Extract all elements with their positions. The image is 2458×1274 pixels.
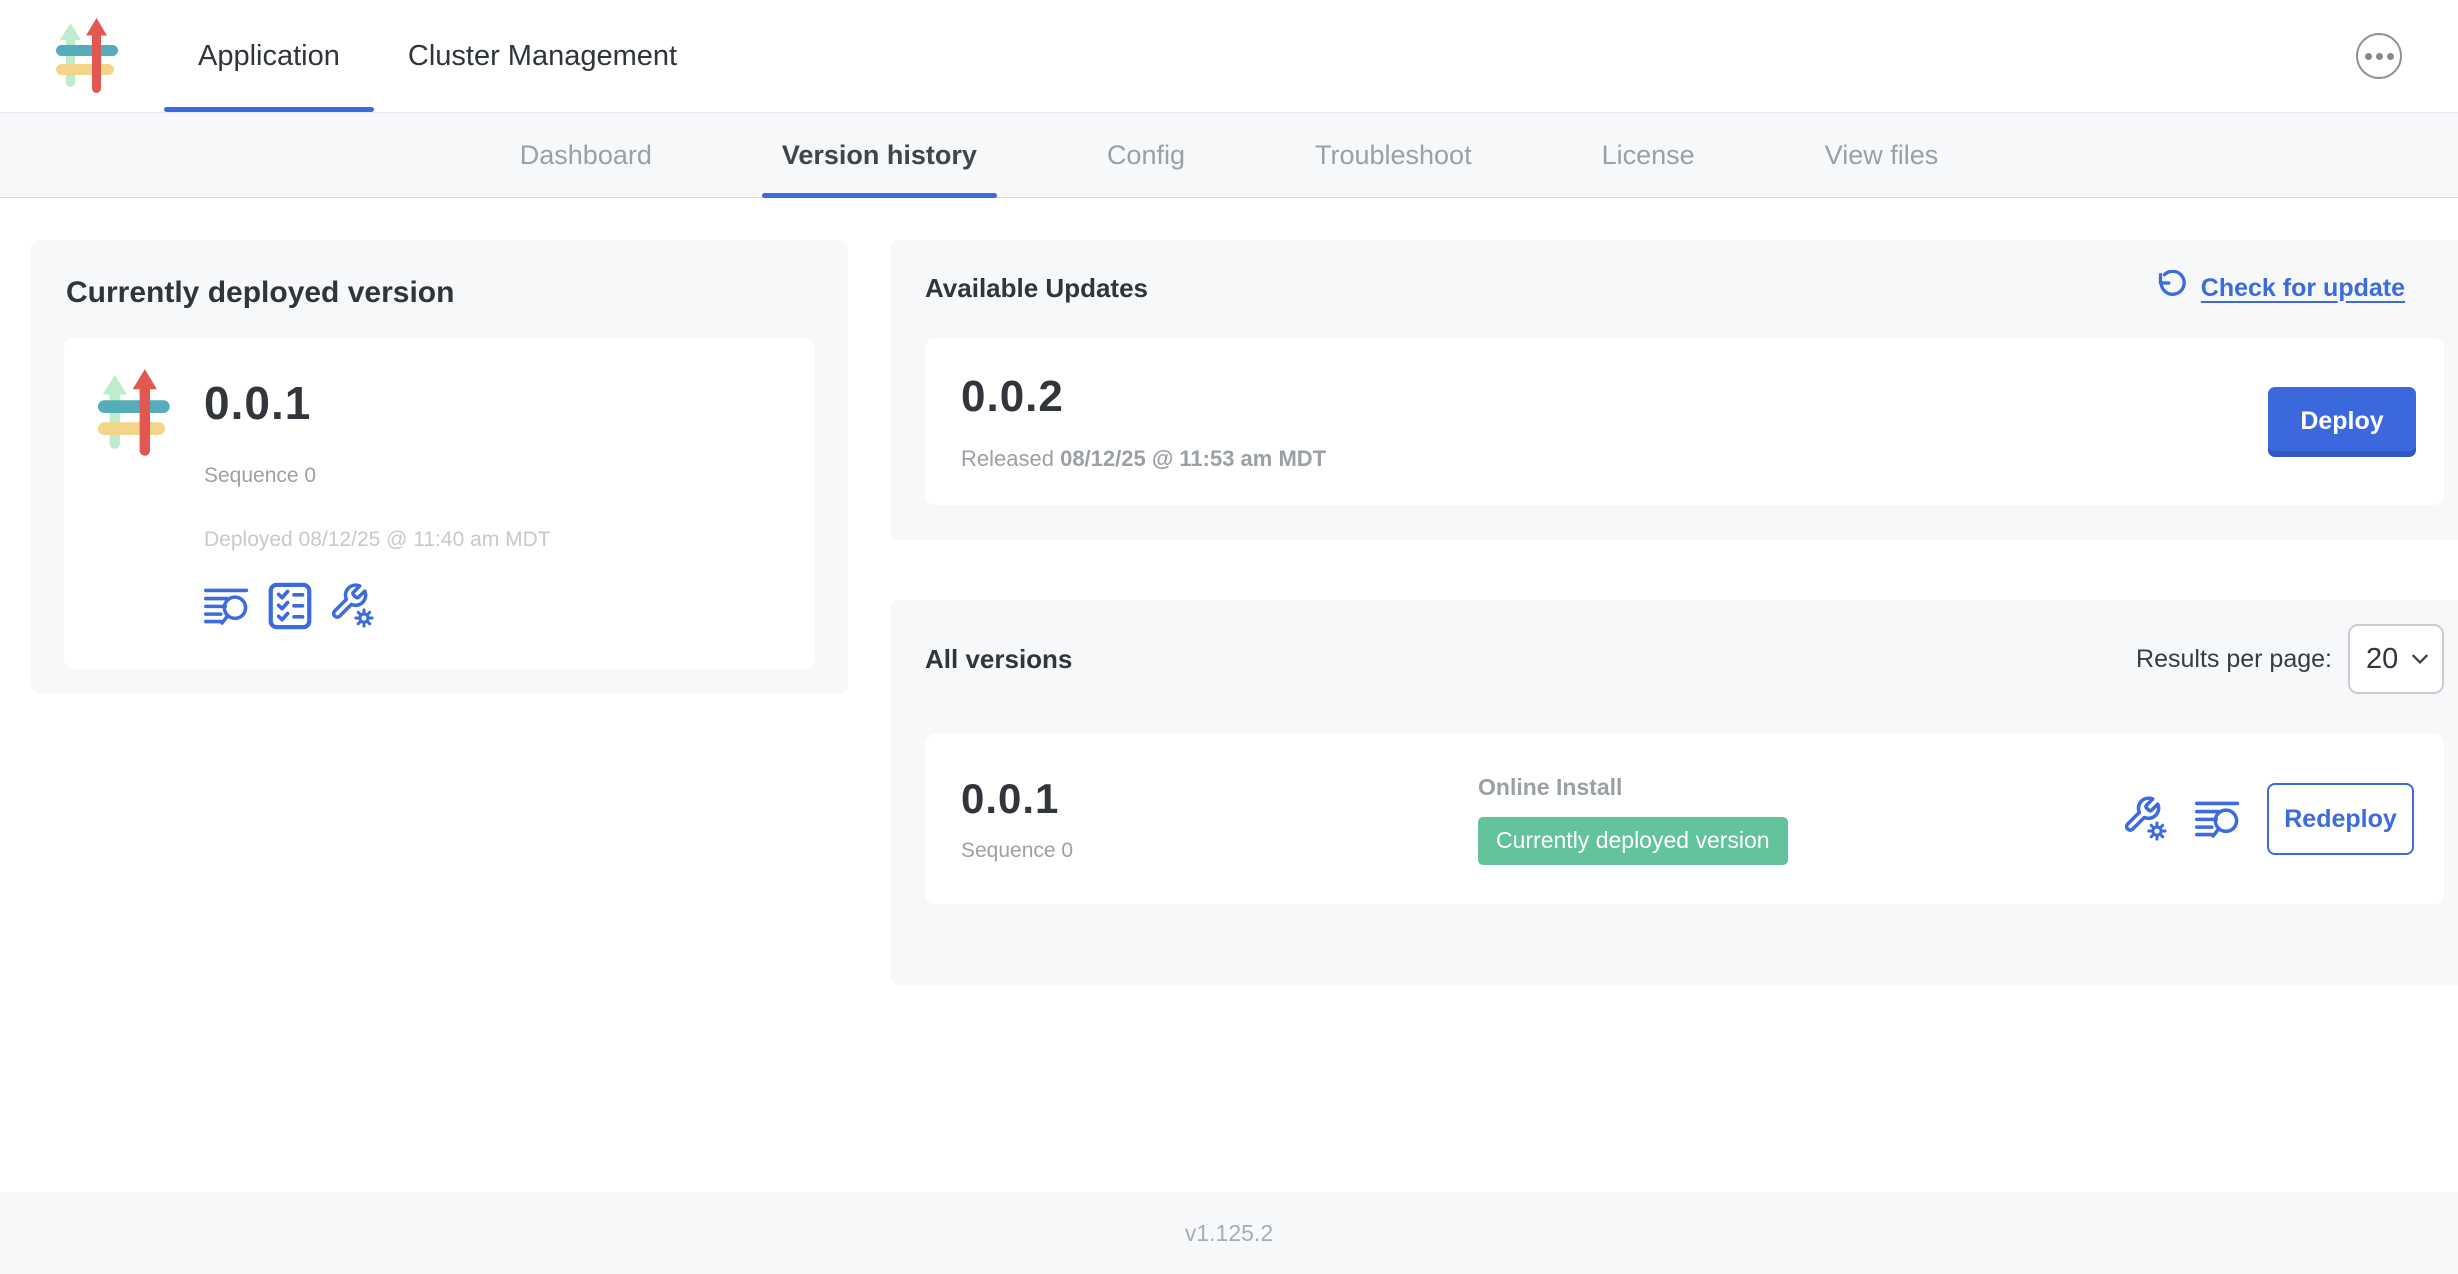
currently-deployed-badge: Currently deployed version	[1478, 817, 1788, 865]
tab-cluster-management-label: Cluster Management	[408, 40, 677, 73]
deployed-version-number: 0.0.1	[204, 376, 551, 430]
version-row: 0.0.1 Sequence 0 Online Install Currentl…	[925, 734, 2444, 904]
deployed-version-actions	[204, 582, 551, 630]
top-tabs: Application Cluster Management	[164, 0, 711, 112]
tab-application-label: Application	[198, 40, 340, 73]
subnav-item-config[interactable]: Config	[1087, 113, 1205, 197]
currently-deployed-card: Currently deployed version 0.0.1 Sequenc…	[31, 240, 848, 694]
subnav-item-troubleshoot[interactable]: Troubleshoot	[1295, 113, 1492, 197]
results-per-page-label: Results per page:	[2136, 645, 2332, 674]
deployed-sequence-label: Sequence 0	[204, 464, 551, 488]
all-versions-header: All versions Results per page: 20	[925, 624, 2444, 694]
released-date: 08/12/25 @ 11:53 am MDT	[1060, 446, 1326, 471]
subnav-item-license[interactable]: License	[1582, 113, 1715, 197]
all-versions-card: All versions Results per page: 20 0.0.1 …	[890, 600, 2458, 985]
tab-cluster-management[interactable]: Cluster Management	[374, 0, 711, 112]
subnav-item-view-files[interactable]: View files	[1805, 113, 1959, 197]
check-for-update-label: Check for update	[2201, 274, 2405, 303]
edit-config-button[interactable]	[2123, 796, 2169, 842]
view-logs-button[interactable]	[204, 586, 250, 626]
refresh-icon	[2153, 270, 2189, 306]
app-subnav: Dashboard Version history Config Trouble…	[0, 113, 2458, 198]
deployed-version-card: 0.0.1 Sequence 0 Deployed 08/12/25 @ 11:…	[64, 338, 815, 669]
check-for-update-link[interactable]: Check for update	[2153, 270, 2405, 306]
subnav-item-dashboard[interactable]: Dashboard	[500, 113, 672, 197]
right-column: Available Updates Check for update 0.0.2…	[890, 240, 2458, 985]
results-per-page: Results per page: 20	[2136, 624, 2444, 694]
app-logo	[98, 364, 172, 643]
row-version-number: 0.0.1	[961, 775, 1478, 823]
logs-magnifier-icon	[204, 586, 250, 626]
edit-config-button[interactable]	[330, 583, 376, 629]
deployed-version-details: 0.0.1 Sequence 0 Deployed 08/12/25 @ 11:…	[204, 364, 551, 643]
page-footer: v1.125.2	[0, 1192, 2458, 1274]
update-details: 0.0.2 Released 08/12/25 @ 11:53 am MDT	[961, 372, 1326, 472]
version-row-details: 0.0.1 Sequence 0	[961, 775, 1478, 863]
all-versions-title: All versions	[925, 644, 1072, 675]
app-logo-icon	[98, 364, 172, 462]
update-version-number: 0.0.2	[961, 372, 1326, 422]
ellipsis-icon	[2365, 53, 2372, 60]
subnav-item-version-history[interactable]: Version history	[762, 113, 997, 197]
released-label: Released	[961, 446, 1054, 471]
console-version-label: v1.125.2	[1185, 1220, 1273, 1247]
app-logo	[56, 0, 120, 112]
update-released-timestamp: Released 08/12/25 @ 11:53 am MDT	[961, 446, 1326, 472]
admin-console: Application Cluster Management Dashboard…	[0, 0, 2458, 1274]
preflight-checks-button[interactable]	[268, 582, 312, 630]
available-update-row: 0.0.2 Released 08/12/25 @ 11:53 am MDT D…	[925, 338, 2444, 505]
chevron-down-icon	[2411, 653, 2429, 665]
tab-application[interactable]: Application	[164, 0, 374, 112]
available-updates-title: Available Updates	[925, 273, 1148, 304]
available-updates-card: Available Updates Check for update 0.0.2…	[890, 240, 2458, 540]
version-row-status: Online Install Currently deployed versio…	[1478, 774, 1788, 865]
topnav-spacer	[711, 0, 2356, 112]
redeploy-button[interactable]: Redeploy	[2267, 783, 2414, 855]
install-type-label: Online Install	[1478, 774, 1622, 801]
currently-deployed-title: Currently deployed version	[66, 276, 815, 310]
top-navbar: Application Cluster Management	[0, 0, 2458, 113]
deploy-button[interactable]: Deploy	[2268, 387, 2416, 457]
deployed-timestamp: Deployed 08/12/25 @ 11:40 am MDT	[204, 528, 551, 552]
overflow-menu-button[interactable]	[2356, 33, 2402, 79]
checklist-icon	[268, 582, 312, 630]
main-content: Currently deployed version 0.0.1 Sequenc…	[0, 198, 2458, 1192]
wrench-gear-icon	[2123, 796, 2169, 842]
results-per-page-value: 20	[2366, 643, 2398, 676]
app-logo-icon	[56, 17, 120, 95]
results-per-page-select[interactable]: 20	[2348, 624, 2444, 694]
available-updates-header: Available Updates Check for update	[925, 270, 2444, 306]
wrench-gear-icon	[330, 583, 376, 629]
version-row-actions: Redeploy	[2123, 783, 2414, 855]
row-sequence-label: Sequence 0	[961, 839, 1478, 863]
view-logs-button[interactable]	[2195, 799, 2241, 839]
logs-magnifier-icon	[2195, 799, 2241, 839]
